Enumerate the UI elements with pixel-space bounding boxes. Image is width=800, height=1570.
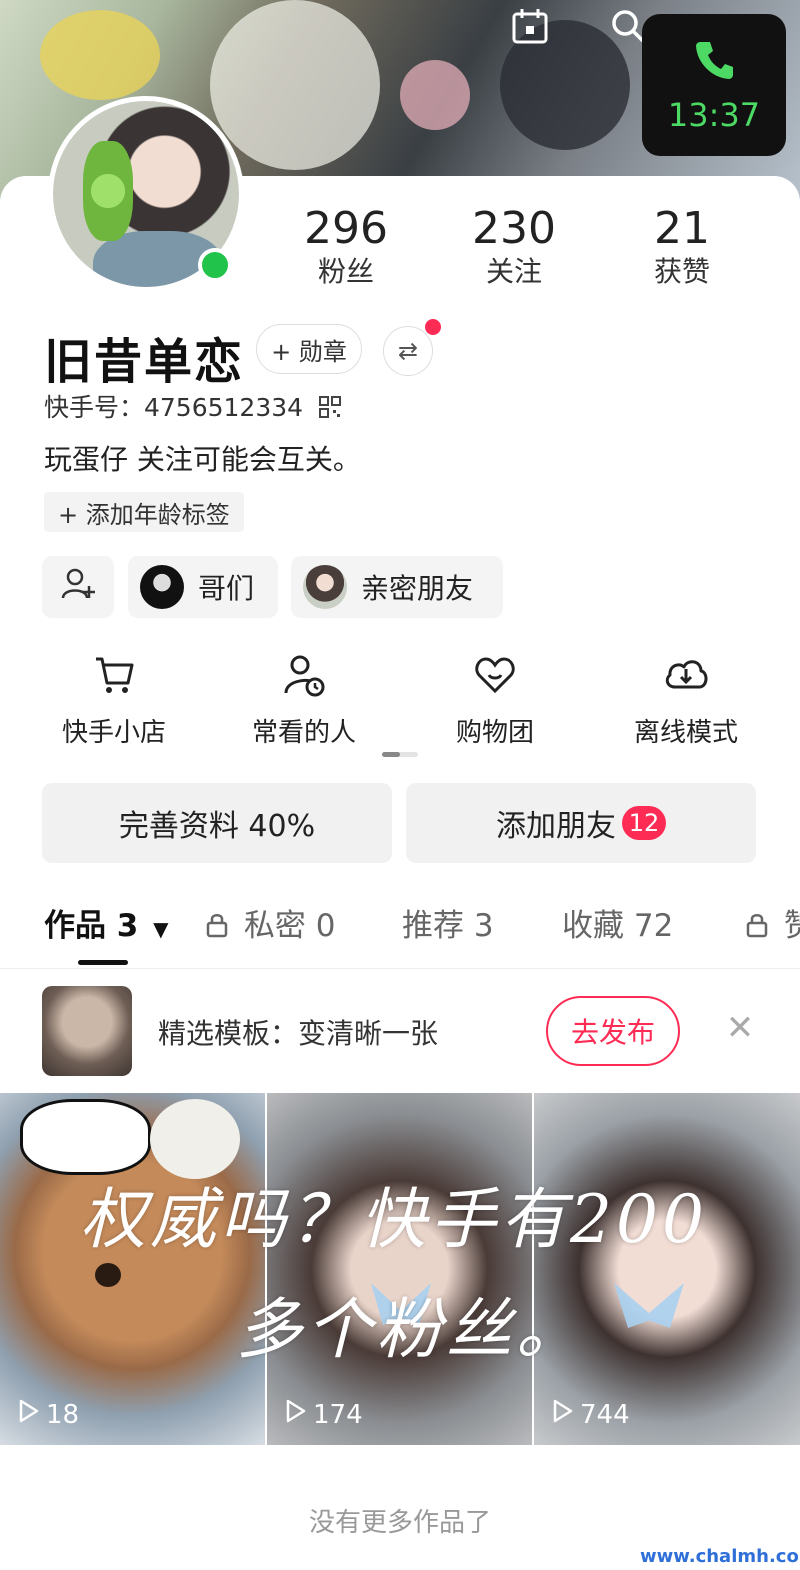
video-thumbnail[interactable]: 174 xyxy=(267,1093,532,1445)
tab-liked[interactable]: 赞 xyxy=(746,900,800,946)
tab-label: 赞 xyxy=(783,908,800,944)
feature-offline-mode[interactable]: 离线模式 xyxy=(606,650,766,749)
tab-favorites[interactable]: 收藏 72 xyxy=(562,900,673,945)
tab-label: 作品 3 xyxy=(44,908,139,944)
caret-down-icon: ▼ xyxy=(153,917,169,941)
cover-decoration xyxy=(210,0,380,170)
group-chip-close-friends[interactable]: 亲密朋友 xyxy=(291,556,503,618)
play-icon xyxy=(18,1398,40,1431)
cloud-download-icon xyxy=(606,650,766,700)
stat-number: 230 xyxy=(472,203,556,254)
stat-label: 粉丝 xyxy=(317,255,374,288)
active-tab-indicator xyxy=(78,960,128,965)
close-icon[interactable]: ✕ xyxy=(722,1010,758,1046)
stat-likes[interactable]: 21 获赞 xyxy=(612,204,752,290)
feature-label: 快手小店 xyxy=(61,718,166,748)
video-thumbnail[interactable]: 18 xyxy=(0,1093,265,1445)
avatar-grapes xyxy=(83,141,133,241)
add-friends-label: 添加朋友 xyxy=(496,809,616,844)
template-thumbnail[interactable] xyxy=(42,986,132,1076)
cart-icon xyxy=(34,650,194,700)
watermark: www.chalmh.com xyxy=(640,1546,800,1567)
add-medal-button[interactable]: + 勋章 xyxy=(256,324,362,374)
notification-dot xyxy=(425,319,441,335)
stat-followers[interactable]: 296 粉丝 xyxy=(276,204,416,290)
group-avatar xyxy=(140,565,184,609)
feature-shop[interactable]: 快手小店 xyxy=(34,650,194,749)
play-count: 18 xyxy=(18,1398,79,1431)
overlay-caption-line2: 多个粉丝。 xyxy=(236,1291,586,1368)
feature-label: 购物团 xyxy=(455,718,534,748)
sticker-decoration xyxy=(95,1263,121,1287)
group-chip-buddies[interactable]: 哥们 xyxy=(128,556,278,618)
play-icon xyxy=(285,1398,307,1431)
no-more-works-text: 没有更多作品了 xyxy=(308,1508,491,1538)
qr-code-icon[interactable] xyxy=(319,395,342,424)
switch-account-button[interactable]: ⇄ xyxy=(383,326,433,376)
video-grid: 18 174 744 xyxy=(0,1093,800,1445)
add-friend-chip[interactable] xyxy=(42,556,114,618)
play-count-value: 18 xyxy=(46,1399,80,1430)
publish-button[interactable]: 去发布 xyxy=(546,996,680,1066)
lock-icon xyxy=(206,910,228,946)
stat-label: 关注 xyxy=(485,255,542,288)
profile-bio: 玩蛋仔 关注可能会互关。 xyxy=(44,443,361,476)
add-friends-button[interactable]: 添加朋友 12 xyxy=(406,783,756,863)
sticker-decoration xyxy=(20,1099,151,1175)
group-label: 哥们 xyxy=(198,572,255,605)
tab-divider xyxy=(0,968,800,969)
tab-label: 收藏 72 xyxy=(562,908,674,944)
user-id: 快手号：4756512334 xyxy=(44,393,304,422)
overlay-caption-line1: 权威吗？快手有200 xyxy=(80,1181,708,1258)
ongoing-call-pill[interactable]: 13:37 xyxy=(642,14,786,156)
play-count: 174 xyxy=(285,1398,363,1431)
tab-works[interactable]: 作品 3 ▼ xyxy=(44,900,169,945)
user-clock-icon xyxy=(224,650,384,700)
lock-icon xyxy=(746,910,768,946)
group-avatar xyxy=(303,565,347,609)
cover-decoration xyxy=(40,10,160,100)
play-count-value: 744 xyxy=(580,1399,630,1430)
user-id-row[interactable]: 快手号：4756512334 xyxy=(44,388,342,424)
friend-request-count-badge: 12 xyxy=(622,806,666,840)
profile-name: 旧昔单恋 xyxy=(44,334,245,390)
play-count: 744 xyxy=(552,1398,630,1431)
tab-private[interactable]: 私密 0 xyxy=(206,900,335,946)
phone-icon xyxy=(690,36,738,88)
template-promo-text: 精选模板：变清晰一张 xyxy=(158,1017,439,1050)
add-user-icon xyxy=(60,566,96,609)
calendar-icon[interactable] xyxy=(510,6,550,46)
online-status-dot xyxy=(198,248,232,282)
complete-profile-label: 完善资料 40% xyxy=(118,809,316,844)
play-count-value: 174 xyxy=(313,1399,363,1430)
feature-frequent-people[interactable]: 常看的人 xyxy=(224,650,384,749)
feature-label: 常看的人 xyxy=(251,718,356,748)
stat-number: 21 xyxy=(654,203,710,254)
stat-following[interactable]: 230 关注 xyxy=(444,204,584,290)
play-icon xyxy=(552,1398,574,1431)
video-thumbnail[interactable]: 744 xyxy=(534,1093,800,1445)
tab-label: 推荐 3 xyxy=(402,908,494,944)
feature-label: 离线模式 xyxy=(633,718,738,748)
butterfly-decoration xyxy=(614,1283,684,1328)
stat-label: 获赞 xyxy=(653,255,710,288)
group-label: 亲密朋友 xyxy=(361,572,474,605)
complete-profile-button[interactable]: 完善资料 40% xyxy=(42,783,392,863)
swap-arrows-icon: ⇄ xyxy=(397,337,419,365)
tab-recommended[interactable]: 推荐 3 xyxy=(402,900,494,945)
stat-number: 296 xyxy=(304,203,388,254)
call-timer: 13:37 xyxy=(667,96,761,134)
add-age-tag-button[interactable]: + 添加年龄标签 xyxy=(44,492,244,532)
cover-decoration xyxy=(400,60,470,130)
feature-scroll-indicator xyxy=(382,752,418,757)
heart-bag-icon xyxy=(415,650,575,700)
tab-label: 私密 0 xyxy=(243,908,336,944)
feature-shopping-group[interactable]: 购物团 xyxy=(415,650,575,749)
